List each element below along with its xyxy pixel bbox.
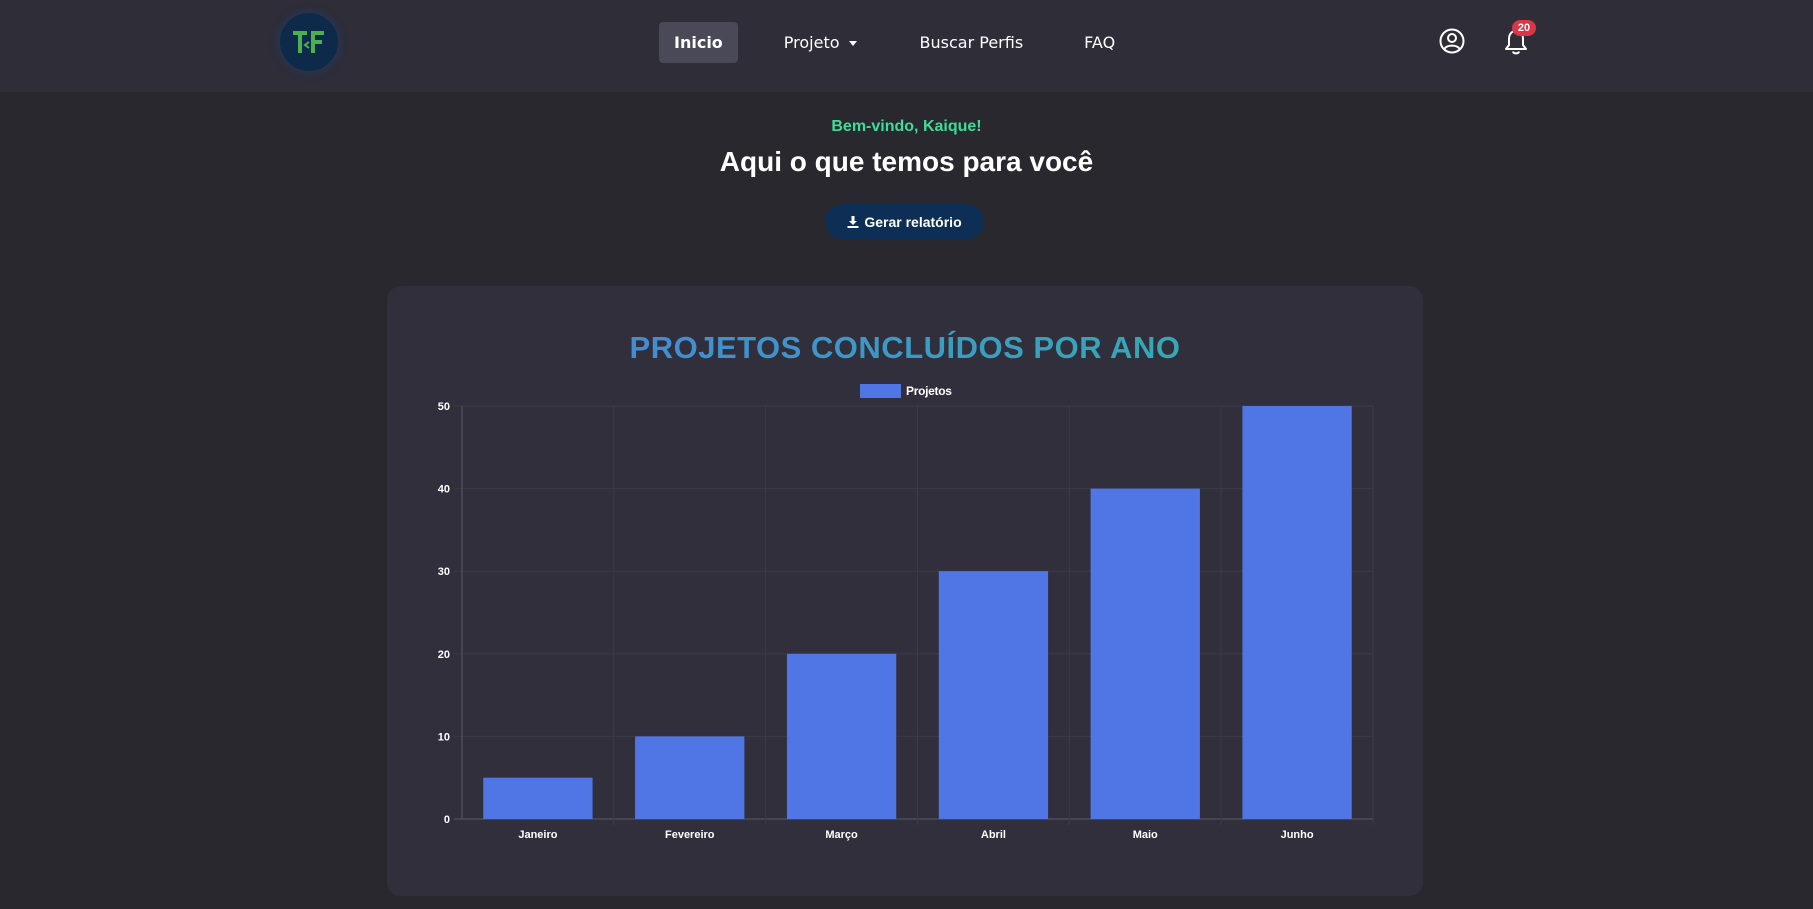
- x-tick-label: Fevereiro: [665, 829, 715, 841]
- nav-link-projeto-label: Projeto: [783, 33, 840, 52]
- caret-down-icon: [848, 41, 857, 46]
- chart-bar: [786, 653, 897, 819]
- generate-report-button[interactable]: Gerar relatório: [825, 204, 984, 239]
- nav-link-buscar-perfis[interactable]: Buscar Perfis: [920, 22, 1024, 63]
- nav-link-projeto[interactable]: Projeto: [784, 22, 857, 63]
- y-tick-label: 30: [438, 566, 450, 578]
- x-tick-label: Março: [825, 829, 858, 841]
- bar-chart: 0 10 20 30 40 50 Janeiro Fevereiro Março Abril Ma…: [438, 401, 1374, 841]
- y-tick-label: 40: [438, 484, 450, 496]
- y-tick-label: 10: [438, 731, 450, 743]
- y-tick-label: 20: [438, 649, 450, 661]
- x-tick-label: Maio: [1133, 829, 1158, 841]
- page-headline: Aqui o que temos para você: [719, 146, 1094, 177]
- tf-logo-mark: [293, 31, 324, 53]
- y-tick-label: 50: [438, 401, 450, 413]
- chart-bar: [483, 777, 593, 819]
- chart-bar: [938, 571, 1049, 819]
- nav-link-inicio[interactable]: Inicio: [659, 22, 738, 63]
- main-nav: Inicio Projeto Buscar Perfis FAQ: [659, 22, 1115, 63]
- brand-logo[interactable]: [280, 13, 338, 71]
- chart-bar: [1090, 488, 1200, 819]
- y-axis-ticks: 0 10 20 30 40 50: [438, 401, 450, 826]
- notification-badge: 20: [1512, 20, 1536, 36]
- top-navbar: Inicio Projeto Buscar Perfis FAQ 20: [0, 0, 1813, 92]
- y-tick-label: 0: [444, 814, 450, 826]
- chart-bar: [1242, 406, 1352, 819]
- x-tick-label: Junho: [1281, 829, 1314, 841]
- chart-bar: [635, 736, 745, 819]
- x-axis-ticks: Janeiro Fevereiro Março Abril Maio Junho: [518, 829, 1314, 841]
- nav-link-faq[interactable]: FAQ: [1084, 22, 1115, 63]
- chart-card: PROJETOS CONCLUÍDOS POR ANO Projetos 0 10…: [387, 286, 1423, 896]
- chart-grid: [454, 405, 1374, 825]
- x-tick-label: Abril: [981, 829, 1006, 841]
- download-icon: [847, 215, 859, 228]
- welcome-message: Bem-vindo, Kaique!: [831, 118, 982, 135]
- user-circle-icon[interactable]: [1439, 28, 1465, 54]
- x-tick-label: Janeiro: [518, 829, 557, 841]
- generate-report-label: Gerar relatório: [864, 213, 962, 230]
